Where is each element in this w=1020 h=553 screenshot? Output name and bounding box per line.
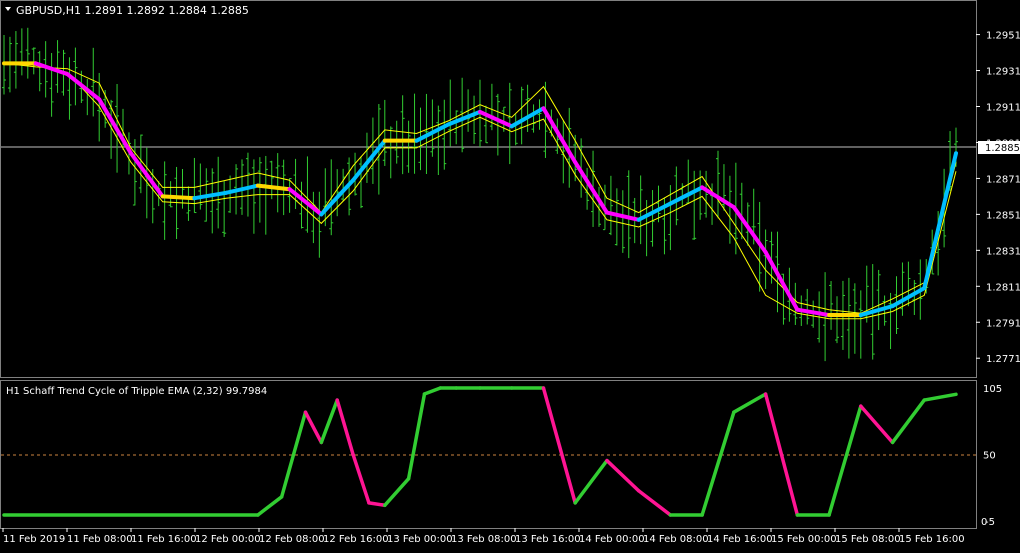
- time-tick-label: 14 Feb 16:00: [707, 534, 773, 545]
- stc-segment: [859, 404, 895, 445]
- trend-segment: [160, 194, 197, 201]
- time-tick-label: 15 Feb 00:00: [771, 534, 837, 545]
- trend-segment: [255, 183, 292, 192]
- price-tick-label: 1.2931: [986, 67, 1020, 78]
- price-tick-label: 1.2951: [986, 31, 1020, 42]
- stc-segment: [351, 452, 371, 505]
- stc-segment: [732, 392, 768, 414]
- time-tick-label: 14 Feb 00:00: [579, 534, 645, 545]
- time-tick-label: 11 Feb 08:00: [67, 534, 133, 545]
- price-tick-label: 1.2851: [986, 210, 1020, 221]
- trend-segment: [763, 250, 800, 312]
- trend-segment: [922, 151, 958, 291]
- price-tick-label: 1.2911: [986, 103, 1020, 114]
- trend-segment: [636, 201, 673, 222]
- trend-segment: [858, 304, 895, 318]
- trend-segment: [192, 190, 229, 201]
- time-tick-label: 11 Feb 2019: [3, 534, 65, 545]
- stc-axis-extra: 0: [981, 517, 987, 528]
- stc-segment: [827, 404, 863, 517]
- chart-svg: GBPUSD,H1 1.2891 1.2892 1.2884 1.2885 H1…: [0, 0, 1020, 545]
- price-tick-label: 1.2771: [986, 354, 1020, 365]
- stc-segment: [256, 495, 284, 517]
- time-tick-label: 13 Feb 00:00: [387, 534, 453, 545]
- time-tick-label: 15 Feb 16:00: [899, 534, 965, 545]
- time-tick-label: 12 Feb 16:00: [323, 534, 389, 545]
- trend-segment: [541, 106, 578, 165]
- stc-segment: [406, 392, 427, 481]
- stc-segment: [303, 410, 324, 445]
- trend-segment: [65, 72, 102, 102]
- price-tick-label: 1.2791: [986, 318, 1020, 329]
- main-caption: GBPUSD,H1 1.2891 1.2892 1.2884 1.2885: [16, 4, 249, 17]
- price-tick-label: 1.2871: [986, 174, 1020, 185]
- stc-segment: [367, 501, 387, 508]
- stc-tick-label: 50: [983, 451, 996, 462]
- price-badge: 1.2885: [985, 143, 1020, 154]
- time-tick-label: 13 Feb 16:00: [515, 534, 581, 545]
- trend-segment: [287, 187, 324, 217]
- stc-segment: [636, 489, 673, 517]
- stc-tick-label: 105: [983, 384, 1002, 395]
- time-tick-label: 12 Feb 08:00: [259, 534, 325, 545]
- time-axis: 11 Feb 2019 11 Feb 08:0011 Feb 16:0012 Fe…: [2, 528, 965, 545]
- time-tick-label: 15 Feb 08:00: [835, 534, 901, 545]
- time-tick-label: 11 Feb 16:00: [131, 534, 197, 545]
- stc-segment: [605, 458, 641, 493]
- stc-segment: [383, 476, 411, 508]
- stc-segment: [319, 398, 339, 445]
- indicator-caption: H1 Schaff Trend Cycle of Tripple EMA (2,…: [6, 386, 267, 397]
- stc-segment: [573, 458, 609, 505]
- time-tick-label: 14 Feb 08:00: [643, 534, 709, 545]
- stc-segment: [335, 398, 355, 457]
- stc-segment: [890, 398, 927, 445]
- time-tick-label: 12 Feb 00:00: [195, 534, 261, 545]
- chart-window: GBPUSD,H1 1.2891 1.2892 1.2884 1.2885 H1…: [0, 0, 1020, 549]
- time-tick-label: 13 Feb 08:00: [451, 534, 517, 545]
- price-tick-label: 1.2811: [986, 282, 1020, 293]
- trend-segment: [668, 185, 705, 206]
- stc-line: [2, 386, 958, 517]
- trend-segment: [97, 97, 133, 156]
- stc-segment: [422, 386, 443, 396]
- stc-segment: [922, 392, 958, 402]
- stc-axis: 10550-5: [983, 384, 1002, 528]
- price-tick-label: 1.2831: [986, 246, 1020, 257]
- stc-segment: [541, 386, 577, 505]
- price-axis: 1.29511.29311.29111.28911.28711.28511.28…: [976, 31, 1020, 365]
- stc-segment: [700, 410, 736, 517]
- symbol-dropdown-icon[interactable]: [5, 7, 11, 11]
